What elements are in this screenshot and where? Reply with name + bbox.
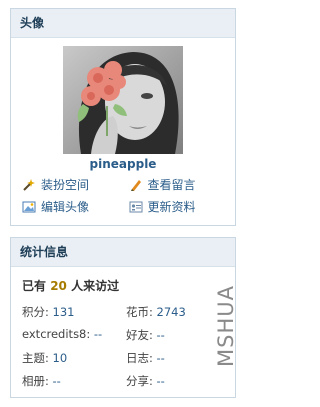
stat-label: 主题: [22,351,49,365]
decorate-space-link[interactable]: 装扮空间 [22,176,129,193]
stat-blogs: 日志: -- [126,350,216,366]
stat-label: 日志: [126,351,153,365]
stats-panel: 统计信息 已有 20 人来访过 积分: 131 花币: 2743 extcred… [10,237,236,398]
stat-label: 分享: [126,374,153,388]
stat-value[interactable]: 2743 [157,305,186,319]
avatar-links: 装扮空间 查看留言 编辑头像 更新资料 [11,171,235,215]
stat-label: 好友: [126,328,153,342]
avatar-photo [63,46,183,154]
stat-extcredits8: extcredits8: -- [22,327,126,343]
wand-icon [23,178,35,191]
stat-label: extcredits8: [22,327,91,341]
stat-value[interactable]: 131 [53,305,75,319]
image-icon [22,201,36,212]
username[interactable]: pineapple [11,157,235,171]
stat-topics: 主题: 10 [22,350,126,366]
update-profile-link[interactable]: 更新资料 [129,198,236,215]
stat-friends: 好友: -- [126,327,216,343]
update-profile-label: 更新资料 [147,200,196,214]
stat-value[interactable]: -- [53,374,61,388]
stats-panel-title: 统计信息 [11,238,235,267]
stat-label: 积分: [22,305,49,319]
stat-points: 积分: 131 [22,304,126,320]
visitor-suffix: 人来访过 [71,279,120,293]
stat-value[interactable]: -- [157,328,165,342]
stat-label: 花币: [126,305,153,319]
profile-card-icon [129,201,142,212]
decorate-space-label: 装扮空间 [41,178,90,192]
pencil-icon [130,179,141,191]
edit-avatar-link[interactable]: 编辑头像 [22,198,129,215]
edit-avatar-label: 编辑头像 [41,200,90,214]
stat-label: 相册: [22,374,49,388]
avatar[interactable] [63,46,183,154]
visitor-count: 已有 20 人来访过 [11,267,235,294]
stat-value[interactable]: 10 [53,351,68,365]
stat-value[interactable]: -- [94,327,102,341]
stat-flower-coins: 花币: 2743 [126,304,216,320]
stat-albums: 相册: -- [22,373,126,389]
stat-value[interactable]: -- [157,374,165,388]
stats-grid: 积分: 131 花币: 2743 extcredits8: -- 好友: -- … [11,294,235,389]
visitor-number: 20 [50,279,67,293]
stat-shares: 分享: -- [126,373,216,389]
view-messages-link[interactable]: 查看留言 [129,176,236,193]
visitor-prefix: 已有 [22,279,47,293]
view-messages-label: 查看留言 [147,178,196,192]
watermark: MSHUA [214,285,238,367]
avatar-panel-title: 头像 [11,9,235,38]
stat-value[interactable]: -- [157,351,165,365]
avatar-panel: 头像 pineapple 装扮空间 查看留言 编辑头像 更新资料 [10,8,236,226]
